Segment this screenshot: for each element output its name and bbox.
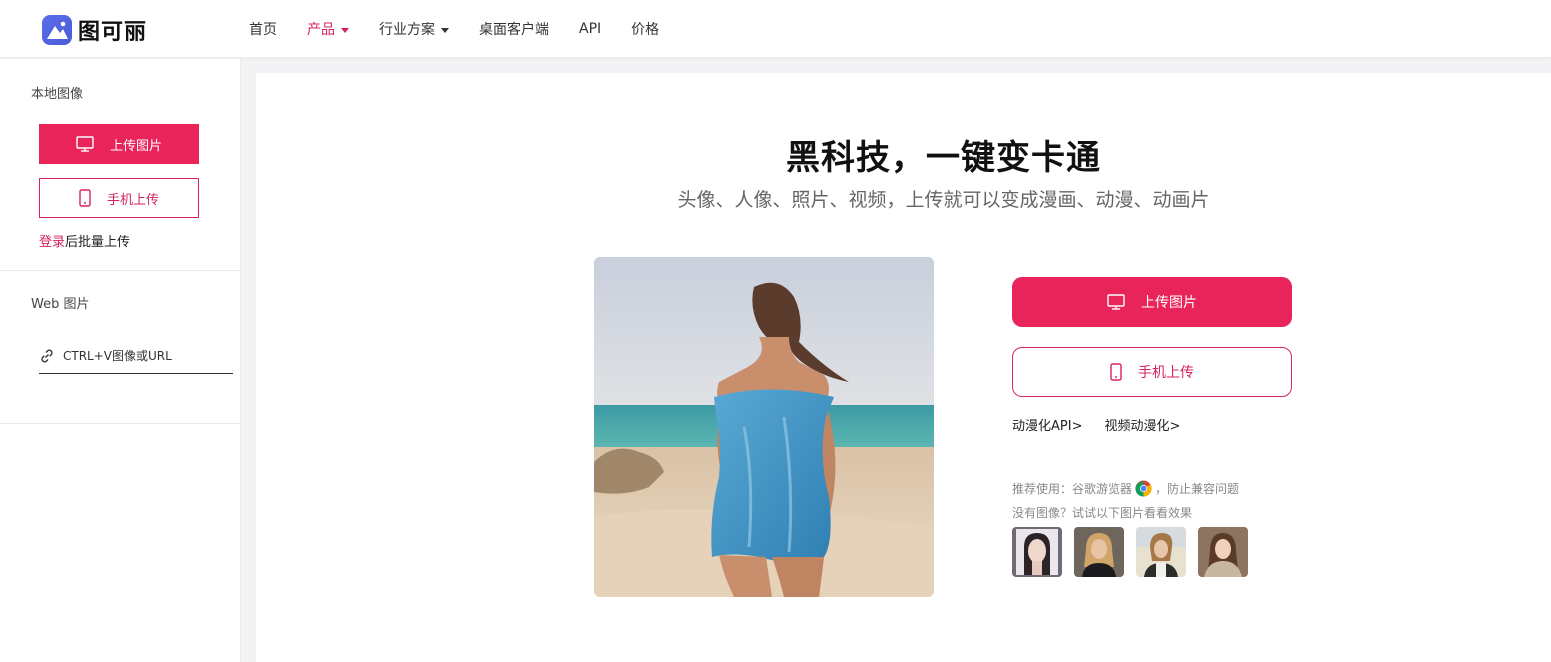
feature-links: 动漫化API> 视频动漫化> [1012,415,1202,434]
top-navbar: 图可丽 首页 产品 行业方案 桌面客户端 API 价格 [0,0,1551,58]
logo[interactable]: 图可丽 [42,14,147,46]
nav-products[interactable]: 产品 [307,19,349,39]
divider [0,423,241,424]
nav-pricing-label: 价格 [631,22,660,38]
url-input[interactable] [63,349,223,363]
nav-home-label: 首页 [249,22,277,38]
nav-solutions-label: 行业方案 [379,22,435,38]
sample-image[interactable] [1136,527,1186,577]
video-anime-link[interactable]: 视频动漫化> [1104,415,1180,434]
mobile-upload-button[interactable]: 手机上传 [1012,347,1292,397]
main-panel: 黑科技，一键变卡通 头像、人像、照片、视频，上传就可以变成漫画、动漫、动画片 上… [256,73,1551,662]
web-image-title: Web 图片 [31,297,90,312]
link-icon [41,349,53,363]
anime-api-link[interactable]: 动漫化API> [1012,415,1082,434]
monitor-icon [76,136,94,152]
login-suffix: 后批量上传 [65,235,131,250]
login-link[interactable]: 登录 [39,235,65,250]
sidebar-mobile-label: 手机上传 [106,192,159,208]
monitor-icon [1107,294,1125,310]
sidebar-upload-button[interactable]: 上传图片 [39,124,199,164]
nav-desktop-client[interactable]: 桌面客户端 [479,19,549,39]
phone-icon [1110,363,1122,381]
nav-api[interactable]: API [579,21,601,37]
sample-image[interactable] [1198,527,1248,577]
hero-cartoon-image [594,257,934,597]
brand-name: 图可丽 [78,20,148,45]
browser-recommendation: 推荐使用：谷歌游览器 ，防止兼容问题 [1012,480,1239,497]
chrome-icon [1135,480,1152,497]
nav-api-label: API [579,21,602,37]
divider [0,270,241,271]
login-hint: 登录后批量上传 [39,231,130,250]
sidebar: 本地图像 上传图片 手机上传 登录后批量上传 Web 图片 [0,59,241,662]
nav-desktop-label: 桌面客户端 [479,22,549,38]
logo-icon [42,15,72,45]
url-field[interactable] [39,339,233,374]
caret-down-icon [341,27,349,33]
page-title: 黑科技，一键变卡通 [786,138,1101,178]
page-subtitle: 头像、人像、照片、视频，上传就可以变成漫画、动漫、动画片 [677,189,1210,211]
phone-icon [79,189,91,207]
nav-pricing[interactable]: 价格 [631,19,659,39]
sidebar-upload-label: 上传图片 [109,138,162,154]
caret-down-icon [441,27,449,33]
local-image-title: 本地图像 [31,87,84,102]
sidebar-mobile-upload-button[interactable]: 手机上传 [39,178,199,218]
recommend-prefix: 推荐使用：谷歌游览器 [1012,482,1133,496]
main-menu: 首页 产品 行业方案 桌面客户端 API 价格 [249,0,689,58]
sample-images [1012,527,1260,577]
sample-image[interactable] [1012,527,1062,577]
nav-products-label: 产品 [307,22,335,38]
upload-image-label: 上传图片 [1141,295,1197,311]
sample-image[interactable] [1074,527,1124,577]
nav-home[interactable]: 首页 [249,19,277,39]
nav-solutions[interactable]: 行业方案 [379,19,449,39]
try-samples-text: 没有图像？试试以下图片看看效果 [1012,506,1193,520]
mobile-upload-label: 手机上传 [1138,365,1194,381]
upload-image-button[interactable]: 上传图片 [1012,277,1292,327]
recommend-suffix: ，防止兼容问题 [1155,482,1240,496]
